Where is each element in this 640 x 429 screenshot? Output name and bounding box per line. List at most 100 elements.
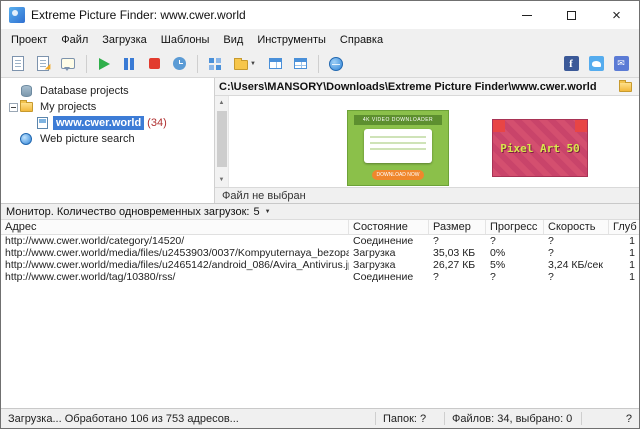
download-row[interactable]: http://www.cwer.world/tag/10380/rss/ Сое… xyxy=(1,271,639,283)
column-state[interactable]: Состояние xyxy=(349,220,429,234)
cell-state: Загрузка xyxy=(349,259,429,271)
globe-icon xyxy=(19,133,33,145)
chevron-down-icon[interactable]: ▼ xyxy=(265,209,271,215)
twitter-button[interactable] xyxy=(584,53,608,75)
facebook-icon xyxy=(564,56,579,71)
window-title: Extreme Picture Finder: www.cwer.world xyxy=(31,8,246,22)
stop-icon xyxy=(149,58,160,69)
folder-icon xyxy=(234,60,248,70)
cell-size: ? xyxy=(429,271,486,283)
cell-depth: 1 xyxy=(609,247,639,259)
cell-size: ? xyxy=(429,235,486,247)
open-folder-button[interactable] xyxy=(615,82,635,92)
menu-download[interactable]: Загрузка xyxy=(95,31,153,49)
details-view-icon xyxy=(294,58,307,69)
cell-depth: 1 xyxy=(609,235,639,247)
thumbnails-area: ▲ ▼ 4K VIDEO DOWNLOADER DOWNLOAD NOW xyxy=(215,96,639,187)
close-button[interactable]: × xyxy=(594,1,639,29)
play-icon xyxy=(99,58,110,70)
cell-address: http://www.cwer.world/media/files/u24651… xyxy=(1,259,349,271)
menu-bar: Проект Файл Загрузка Шаблоны Вид Инструм… xyxy=(1,29,639,50)
thumbnail-4k-video-downloader[interactable]: 4K VIDEO DOWNLOADER DOWNLOAD NOW 4K_Vide… xyxy=(327,102,469,187)
column-address[interactable]: Адрес xyxy=(1,220,349,234)
menu-tools[interactable]: Инструменты xyxy=(250,31,333,49)
cell-speed: 3,24 КБ/сек xyxy=(544,259,609,271)
thumbnail-grid: 4K VIDEO DOWNLOADER DOWNLOAD NOW 4K_Vide… xyxy=(229,96,639,187)
cell-state: Соединение xyxy=(349,271,429,283)
toolbar: ▼ xyxy=(1,50,639,78)
toolbar-separator xyxy=(197,55,198,73)
toolbar-separator xyxy=(86,55,87,73)
cell-depth: 1 xyxy=(609,271,639,283)
concurrent-downloads-value[interactable]: 5 xyxy=(253,206,259,218)
cell-progress: 5% xyxy=(486,259,544,271)
cell-address: http://www.cwer.world/category/14520/ xyxy=(1,235,349,247)
open-download-folder-button[interactable]: ▼ xyxy=(228,53,262,75)
preview-button: DOWNLOAD NOW xyxy=(372,170,424,180)
column-progress[interactable]: Прогресс xyxy=(486,220,544,234)
project-tree: Database projects My projects www.cwer.w… xyxy=(1,78,215,203)
new-project-button[interactable] xyxy=(6,53,30,75)
download-row[interactable]: http://www.cwer.world/media/files/u24539… xyxy=(1,247,639,259)
view-details-button[interactable] xyxy=(288,53,312,75)
maximize-button[interactable] xyxy=(549,1,594,29)
column-size[interactable]: Размер xyxy=(429,220,486,234)
toolbar-separator xyxy=(318,55,319,73)
menu-templates[interactable]: Шаблоны xyxy=(154,31,217,49)
path-bar: C:\Users\MANSORY\Downloads\Extreme Pictu… xyxy=(215,78,639,96)
cell-progress: ? xyxy=(486,271,544,283)
status-files: Файлов: 34, выбрано: 0 xyxy=(445,413,581,425)
cell-state: Соединение xyxy=(349,235,429,247)
minimize-button[interactable] xyxy=(504,1,549,29)
edit-project-button[interactable] xyxy=(31,53,55,75)
menu-view[interactable]: Вид xyxy=(216,31,250,49)
collapse-icon[interactable] xyxy=(9,103,18,112)
tree-item-label: Database projects xyxy=(37,84,132,98)
stop-download-button[interactable] xyxy=(142,53,166,75)
templates-icon xyxy=(209,58,221,70)
vertical-scrollbar[interactable]: ▲ ▼ xyxy=(215,96,229,187)
main-area: Database projects My projects www.cwer.w… xyxy=(1,78,639,203)
scroll-down-icon[interactable]: ▼ xyxy=(215,173,228,187)
status-bar: Загрузка... Обработано 106 из 753 адресо… xyxy=(1,408,639,428)
start-download-button[interactable] xyxy=(92,53,116,75)
schedule-button[interactable] xyxy=(167,53,191,75)
email-icon xyxy=(614,56,629,71)
monitor-title: Монитор. Количество одновременных загруз… xyxy=(6,206,249,218)
window-controls: × xyxy=(504,1,639,29)
maximize-icon xyxy=(567,11,576,20)
menu-help[interactable]: Справка xyxy=(333,31,390,49)
tree-item-label-selected: www.cwer.world xyxy=(53,116,144,130)
column-depth[interactable]: Глуб xyxy=(609,220,639,234)
menu-file[interactable]: Файл xyxy=(54,31,95,49)
preview-banner: 4K VIDEO DOWNLOADER xyxy=(354,115,442,125)
comments-button[interactable] xyxy=(56,53,80,75)
thumbnail-image: Pixel Art 50 xyxy=(492,119,588,177)
tree-item-my-projects[interactable]: My projects xyxy=(1,99,214,115)
cell-progress: ? xyxy=(486,235,544,247)
clock-icon xyxy=(173,57,186,70)
file-info-bar: Файл не выбран xyxy=(215,187,639,203)
thumbnail-pixelart50[interactable]: Pixel Art 50 PixelArt50_main.jpg xyxy=(469,102,611,187)
tree-item-project-cwer-world[interactable]: www.cwer.world (34) xyxy=(1,115,214,131)
chevron-down-icon: ▼ xyxy=(250,61,256,67)
tree-item-web-picture-search[interactable]: Web picture search xyxy=(1,131,214,147)
download-row[interactable]: http://www.cwer.world/media/files/u24651… xyxy=(1,259,639,271)
file-count-badge: (34) xyxy=(147,117,167,129)
scrollbar-thumb[interactable] xyxy=(217,111,227,167)
website-button[interactable] xyxy=(324,53,348,75)
view-thumbnails-button[interactable] xyxy=(263,53,287,75)
facebook-button[interactable] xyxy=(559,53,583,75)
templates-button[interactable] xyxy=(203,53,227,75)
cell-speed: ? xyxy=(544,271,609,283)
download-row[interactable]: http://www.cwer.world/category/14520/ Со… xyxy=(1,235,639,247)
edit-project-icon xyxy=(37,56,49,71)
database-icon xyxy=(19,85,33,97)
pause-download-button[interactable] xyxy=(117,53,141,75)
column-speed[interactable]: Скорость xyxy=(544,220,609,234)
scroll-up-icon[interactable]: ▲ xyxy=(215,96,228,110)
email-button[interactable] xyxy=(609,53,633,75)
folder-icon xyxy=(619,82,632,92)
tree-item-database-projects[interactable]: Database projects xyxy=(1,83,214,99)
menu-project[interactable]: Проект xyxy=(4,31,54,49)
